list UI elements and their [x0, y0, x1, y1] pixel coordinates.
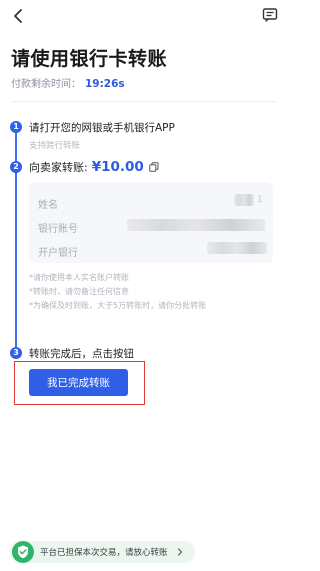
- page-title: 请使用银行卡转账: [11, 48, 168, 70]
- step-2-text: 向卖家转账:: [29, 161, 88, 174]
- step-1-subtext: 支持跨行转账: [29, 141, 81, 151]
- timer-label: 付款剩余时间：: [11, 79, 81, 90]
- account-name-value-blurred: [234, 194, 254, 206]
- note-split-transfer: *为确保及时到账，大于5万转账时，请你分批转账: [29, 301, 207, 310]
- chevron-left-icon[interactable]: [10, 7, 28, 25]
- note-no-remark: *转账时，请勿备注任何信息: [29, 287, 129, 296]
- chevron-right-icon: [177, 548, 182, 556]
- copy-icon[interactable]: [149, 162, 159, 172]
- step-3-number: 3: [10, 347, 22, 359]
- top-bar: [0, 0, 287, 32]
- step-3-text: 转账完成后，点击按钮: [29, 348, 134, 360]
- bank-account-value-blurred: [127, 219, 265, 231]
- shield-check-icon: [12, 541, 34, 563]
- bank-name-value-blurred: [207, 242, 267, 254]
- transfer-amount-line: 向卖家转账: ¥10.00: [29, 159, 159, 175]
- timer-countdown: 19:26s: [85, 78, 125, 90]
- account-info-card: 姓名 1 银行账号 开户银行: [29, 182, 273, 263]
- account-name-value-suffix: 1: [257, 195, 263, 205]
- divider: [11, 101, 277, 102]
- account-name-label: 姓名: [38, 200, 58, 211]
- step-1-text: 请打开您的网银或手机银行APP: [29, 122, 175, 134]
- note-real-name: *请你使用本人实名账户转账: [29, 273, 129, 282]
- bank-name-label: 开户银行: [38, 248, 78, 259]
- step-2-number: 2: [10, 161, 22, 173]
- guarantee-text: 平台已担保本次交易，请放心转账: [40, 548, 168, 558]
- payment-timer: 付款剩余时间： 19:26s: [11, 75, 125, 90]
- transfer-complete-button[interactable]: 我已完成转账: [29, 369, 128, 396]
- step-1-number: 1: [10, 121, 22, 133]
- step-timeline: [15, 126, 17, 352]
- bank-account-label: 银行账号: [38, 224, 78, 235]
- chat-icon[interactable]: [262, 7, 278, 23]
- transfer-amount: ¥10.00: [91, 159, 144, 175]
- guarantee-banner[interactable]: 平台已担保本次交易，请放心转账: [10, 541, 195, 563]
